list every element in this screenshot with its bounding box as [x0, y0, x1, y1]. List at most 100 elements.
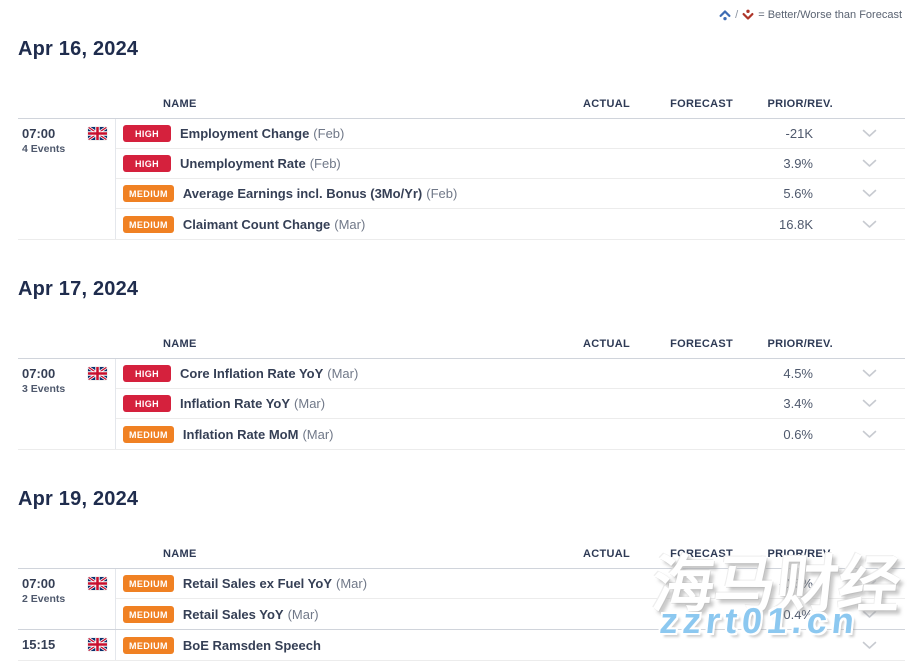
event-row[interactable]: MEDIUM Claimant Count Change (Mar) 16.8K [116, 209, 905, 239]
calendar-sections: Apr 16, 2024 NAME ACTUAL FORECAST PRIOR/… [18, 38, 905, 661]
event-period: (Mar) [288, 607, 319, 622]
arrow-up-dot-icon [718, 8, 732, 22]
event-period: (Mar) [294, 396, 325, 411]
event-row[interactable]: HIGH Unemployment Rate (Feb) 3.9% [116, 149, 905, 179]
time-cell: 07:00 4 Events [18, 119, 115, 239]
event-row[interactable]: MEDIUM Inflation Rate MoM (Mar) 0.6% [116, 419, 905, 449]
top-bar: / = Better/Worse than Forecast [18, 0, 905, 22]
calendar-day-section: Apr 16, 2024 NAME ACTUAL FORECAST PRIOR/… [18, 38, 905, 240]
event-name: Claimant Count Change [183, 217, 330, 232]
chevron-down-icon[interactable] [862, 641, 877, 650]
events-count: 4 Events [22, 143, 65, 155]
table-header-row: NAME ACTUAL FORECAST PRIOR/REV. [18, 97, 905, 118]
expand-row-button[interactable] [833, 159, 905, 168]
event-time: 07:00 [22, 126, 65, 141]
events-count: 3 Events [22, 383, 65, 395]
importance-badge: HIGH [123, 125, 171, 142]
time-group: 15:15 MEDIUM BoE Ramsden Speech [18, 629, 905, 660]
column-header-forecast: FORECAST [630, 547, 733, 561]
event-name-cell: HIGH Unemployment Rate (Feb) [116, 155, 535, 172]
event-rows: MEDIUM Retail Sales ex Fuel YoY (Mar) -0… [115, 569, 905, 629]
event-period: (Feb) [313, 126, 344, 141]
expand-row-button[interactable] [833, 369, 905, 378]
event-name-cell: HIGH Inflation Rate YoY (Mar) [116, 395, 535, 412]
event-period: (Mar) [327, 366, 358, 381]
importance-badge: HIGH [123, 395, 171, 412]
event-name: Core Inflation Rate YoY [180, 366, 323, 381]
date-heading: Apr 19, 2024 [18, 488, 905, 511]
event-rows: HIGH Core Inflation Rate YoY (Mar) 4.5% … [115, 359, 905, 449]
event-name: Retail Sales ex Fuel YoY [183, 576, 332, 591]
event-time: 07:00 [22, 366, 65, 381]
column-header-name: NAME [115, 97, 535, 111]
date-heading: Apr 16, 2024 [18, 38, 905, 61]
events-table: NAME ACTUAL FORECAST PRIOR/REV. 07:00 3 … [18, 337, 905, 450]
event-period: (Mar) [336, 576, 367, 591]
economic-calendar-page: / = Better/Worse than Forecast Apr 16, 2… [0, 0, 910, 644]
prior-value: 16.8K [733, 217, 833, 232]
event-period: (Feb) [310, 156, 341, 171]
calendar-day-section: Apr 19, 2024 NAME ACTUAL FORECAST PRIOR/… [18, 488, 905, 661]
event-period: (Mar) [302, 427, 333, 442]
chevron-down-icon[interactable] [862, 430, 877, 439]
chevron-down-icon[interactable] [862, 159, 877, 168]
event-name-cell: MEDIUM Claimant Count Change (Mar) [116, 216, 535, 233]
column-header-prior: PRIOR/REV. [733, 547, 833, 561]
prior-value: 5.6% [733, 186, 833, 201]
chevron-down-icon[interactable] [862, 220, 877, 229]
forecast-legend: / = Better/Worse than Forecast [718, 8, 902, 22]
chevron-down-icon[interactable] [862, 189, 877, 198]
events-table: NAME ACTUAL FORECAST PRIOR/REV. 07:00 4 … [18, 97, 905, 240]
column-header-name: NAME [115, 547, 535, 561]
expand-row-button[interactable] [833, 129, 905, 138]
event-row[interactable]: MEDIUM BoE Ramsden Speech [116, 630, 905, 660]
prior-value: -0.5% [733, 576, 833, 591]
expand-row-button[interactable] [833, 220, 905, 229]
event-row[interactable]: HIGH Inflation Rate YoY (Mar) 3.4% [116, 389, 905, 419]
importance-badge: HIGH [123, 155, 171, 172]
event-name: Inflation Rate MoM [183, 427, 299, 442]
arrow-down-dot-icon [741, 8, 755, 22]
event-row[interactable]: HIGH Employment Change (Feb) -21K [116, 119, 905, 149]
event-row[interactable]: MEDIUM Retail Sales YoY (Mar) -0.4% [116, 599, 905, 629]
chevron-down-icon[interactable] [862, 579, 877, 588]
legend-text: = Better/Worse than Forecast [758, 9, 902, 21]
event-name: Retail Sales YoY [183, 607, 284, 622]
expand-row-button[interactable] [833, 189, 905, 198]
event-name-cell: MEDIUM Average Earnings incl. Bonus (3Mo… [116, 185, 535, 202]
column-header-prior: PRIOR/REV. [733, 97, 833, 111]
event-row[interactable]: MEDIUM Average Earnings incl. Bonus (3Mo… [116, 179, 905, 209]
chevron-down-icon[interactable] [862, 610, 877, 619]
date-heading: Apr 17, 2024 [18, 278, 905, 301]
event-period: (Mar) [334, 217, 365, 232]
column-header-forecast: FORECAST [630, 97, 733, 111]
uk-flag-icon [88, 577, 107, 590]
expand-row-button[interactable] [833, 641, 905, 650]
expand-row-button[interactable] [833, 430, 905, 439]
expand-row-button[interactable] [833, 610, 905, 619]
chevron-down-icon[interactable] [862, 369, 877, 378]
prior-value: -0.4% [733, 607, 833, 622]
expand-row-button[interactable] [833, 579, 905, 588]
expand-row-button[interactable] [833, 399, 905, 408]
column-header-forecast: FORECAST [630, 337, 733, 351]
event-name: Unemployment Rate [180, 156, 306, 171]
chevron-down-icon[interactable] [862, 399, 877, 408]
time-group: 07:00 3 Events HIGH Core Inflation Rate … [18, 358, 905, 449]
time-group: 07:00 2 Events MEDIUM Retail Sales ex Fu… [18, 568, 905, 629]
importance-badge: MEDIUM [123, 637, 174, 654]
importance-badge: MEDIUM [123, 575, 174, 592]
calendar-day-section: Apr 17, 2024 NAME ACTUAL FORECAST PRIOR/… [18, 278, 905, 450]
event-row[interactable]: HIGH Core Inflation Rate YoY (Mar) 4.5% [116, 359, 905, 389]
time-cell: 07:00 2 Events [18, 569, 115, 629]
event-name-cell: HIGH Employment Change (Feb) [116, 125, 535, 142]
event-row[interactable]: MEDIUM Retail Sales ex Fuel YoY (Mar) -0… [116, 569, 905, 599]
event-time: 15:15 [22, 637, 55, 652]
event-rows: MEDIUM BoE Ramsden Speech [115, 630, 905, 660]
column-header-actual: ACTUAL [535, 337, 630, 351]
event-rows: HIGH Employment Change (Feb) -21K HIGH U… [115, 119, 905, 239]
chevron-down-icon[interactable] [862, 129, 877, 138]
event-name-cell: MEDIUM Retail Sales YoY (Mar) [116, 606, 535, 623]
time-cell: 15:15 [18, 630, 115, 660]
prior-value: 3.4% [733, 396, 833, 411]
